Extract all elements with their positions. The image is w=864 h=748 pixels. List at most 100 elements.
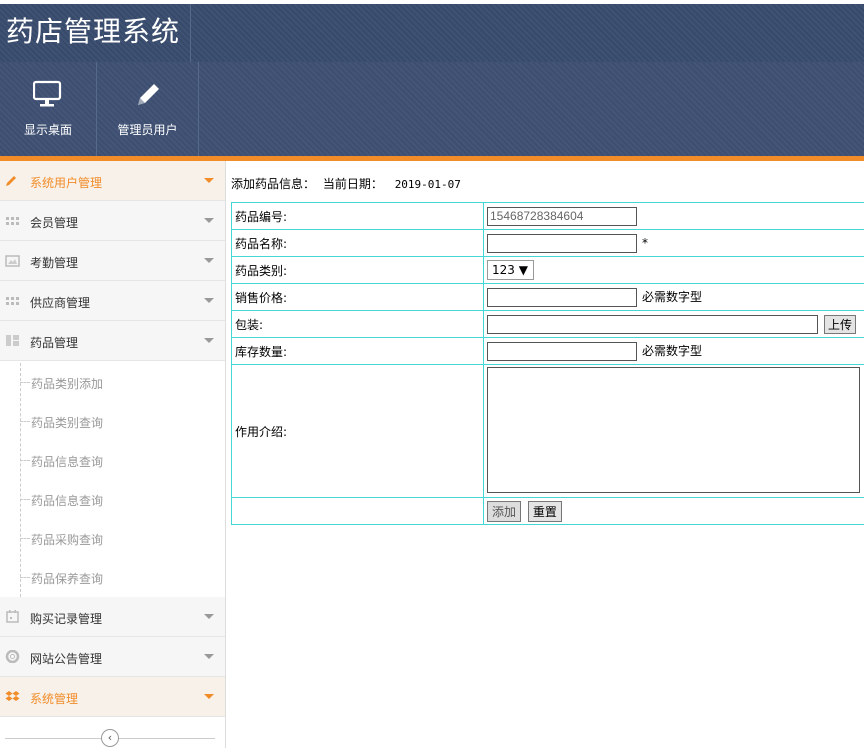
tree-branch [20, 382, 30, 383]
show-desktop-button[interactable]: 显示桌面 [0, 62, 97, 156]
chevron-down-icon [204, 258, 214, 263]
price-input[interactable] [487, 287, 637, 307]
submenu-item-label: 药品采购查询 [31, 533, 104, 547]
package-cell: 上传 [483, 310, 864, 338]
toolbar: 显示桌面 管理员用户 [0, 62, 864, 156]
sidebar-item-attendance[interactable]: 考勤管理 [0, 241, 225, 281]
submenu-item-label: 药品类别添加 [31, 377, 104, 391]
chevron-down-icon [204, 218, 214, 223]
pencil-icon [138, 84, 159, 105]
stock-label: 库存数量: [231, 337, 484, 365]
stock-input[interactable] [487, 341, 637, 361]
sidebar-item-label: 网站公告管理 [30, 652, 103, 666]
current-date: 2019-01-07 [394, 178, 461, 191]
code-cell [483, 202, 864, 230]
code-input[interactable] [487, 206, 637, 226]
submenu-item-info-query-2[interactable]: 药品信息查询 [20, 480, 220, 519]
show-desktop-label: 显示桌面 [23, 123, 72, 137]
submenu-item-label: 药品信息查询 [31, 494, 104, 508]
stock-hint: 必需数字型 [642, 343, 703, 358]
collapse-icon[interactable]: ‹ [101, 729, 119, 747]
chevron-down-icon [204, 654, 214, 659]
info-line: 添加药品信息： 当前日期： 2019-01-07 [231, 175, 461, 192]
upload-button[interactable]: 上传 [824, 314, 857, 334]
lifebuoy-icon [5, 650, 20, 663]
submenu-item-label: 药品类别查询 [31, 416, 104, 430]
sidebar-item-announcements[interactable]: 网站公告管理 [0, 637, 225, 677]
chevron-down-icon [204, 338, 214, 343]
drug-submenu: 药品类别添加 药品类别查询 药品信息查询 药品信息查询 药品采购查询 药品保养查… [0, 363, 225, 597]
category-cell: 123 ▼ [483, 256, 864, 284]
chevron-down-icon [204, 298, 214, 303]
price-cell: 必需数字型 [483, 283, 864, 311]
submenu-item-category-add[interactable]: 药品类别添加 [20, 363, 220, 402]
chevron-down-icon [204, 614, 214, 619]
tree-branch [20, 499, 30, 500]
tree-branch [20, 577, 30, 578]
tree-branch [20, 421, 30, 422]
table-row: 药品名称: * [231, 229, 864, 257]
sidebar-item-drugs[interactable]: 药品管理 [0, 321, 225, 361]
submenu-item-maintenance-query[interactable]: 药品保养查询 [20, 558, 220, 597]
reset-button[interactable]: 重置 [527, 500, 562, 522]
calendar-icon [6, 610, 19, 623]
table-row: 库存数量: 必需数字型 [231, 337, 864, 365]
add-button[interactable]: 添加 [487, 500, 522, 522]
grid-icon [6, 297, 19, 305]
intro-textarea[interactable] [487, 367, 860, 493]
submenu-item-label: 药品保养查询 [31, 572, 104, 586]
stock-cell: 必需数字型 [483, 337, 864, 365]
category-select[interactable]: 123 ▼ [487, 260, 534, 280]
main-content: 添加药品信息： 当前日期： 2019-01-07 药品编号: 药品名称: * 药… [226, 161, 864, 748]
code-label: 药品编号: [231, 202, 484, 230]
sidebar-item-purchase-records[interactable]: 购买记录管理 [0, 597, 225, 637]
sidebar-item-system[interactable]: 系统管理 [0, 677, 225, 717]
submenu-item-info-query[interactable]: 药品信息查询 [20, 441, 220, 480]
dropbox-icon [5, 691, 20, 701]
layout-icon [6, 335, 19, 346]
drug-form-table: 药品编号: 药品名称: * 药品类别: 123 ▼ 销售价格: 必需数字型 包装… [231, 202, 864, 525]
app-title: 药店管理系统 [0, 4, 192, 62]
sidebar-item-label: 会员管理 [30, 216, 79, 230]
chevron-down-icon [204, 178, 214, 183]
sidebar-item-label: 供应商管理 [30, 296, 91, 310]
sidebar-item-label: 系统用户管理 [30, 176, 103, 190]
name-input[interactable] [487, 233, 637, 253]
package-input[interactable] [487, 314, 818, 334]
admin-user-label: 管理员用户 [117, 123, 178, 137]
name-cell: * [483, 229, 864, 257]
required-mark: * [642, 235, 648, 250]
monitor-icon [33, 80, 62, 107]
sidebar-item-label: 购买记录管理 [30, 612, 103, 626]
date-label: 当前日期： [322, 177, 383, 191]
table-row: 药品编号: [231, 202, 864, 230]
actions-cell: 添加 重置 [483, 497, 864, 525]
sidebar-item-label: 药品管理 [30, 336, 79, 350]
grid-icon [6, 217, 19, 225]
submenu-item-purchase-query[interactable]: 药品采购查询 [20, 519, 220, 558]
name-label: 药品名称: [231, 229, 484, 257]
admin-user-button[interactable]: 管理员用户 [97, 62, 199, 156]
tree-branch [20, 460, 30, 461]
table-row: 药品类别: 123 ▼ [231, 256, 864, 284]
submenu-item-label: 药品信息查询 [31, 455, 104, 469]
table-row: 添加 重置 [231, 497, 864, 525]
price-label: 销售价格: [231, 283, 484, 311]
empty-cell [231, 497, 484, 525]
table-row: 销售价格: 必需数字型 [231, 283, 864, 311]
chevron-down-icon [204, 694, 214, 699]
dropdown-arrow-icon: ▼ [518, 263, 528, 277]
sidebar-item-suppliers[interactable]: 供应商管理 [0, 281, 225, 321]
category-value: 123 [492, 263, 515, 277]
sidebar-item-members[interactable]: 会员管理 [0, 201, 225, 241]
sidebar-item-label: 系统管理 [30, 692, 79, 706]
price-hint: 必需数字型 [642, 289, 703, 304]
category-label: 药品类别: [231, 256, 484, 284]
image-icon [5, 255, 20, 267]
sidebar-item-system-users[interactable]: 系统用户管理 [0, 161, 225, 201]
submenu-item-category-query[interactable]: 药品类别查询 [20, 402, 220, 441]
table-row: 包装: 上传 [231, 310, 864, 338]
table-row: 作用介绍: [231, 364, 864, 498]
sidebar-collapse: ‹ [5, 729, 215, 747]
tree-branch [20, 538, 30, 539]
